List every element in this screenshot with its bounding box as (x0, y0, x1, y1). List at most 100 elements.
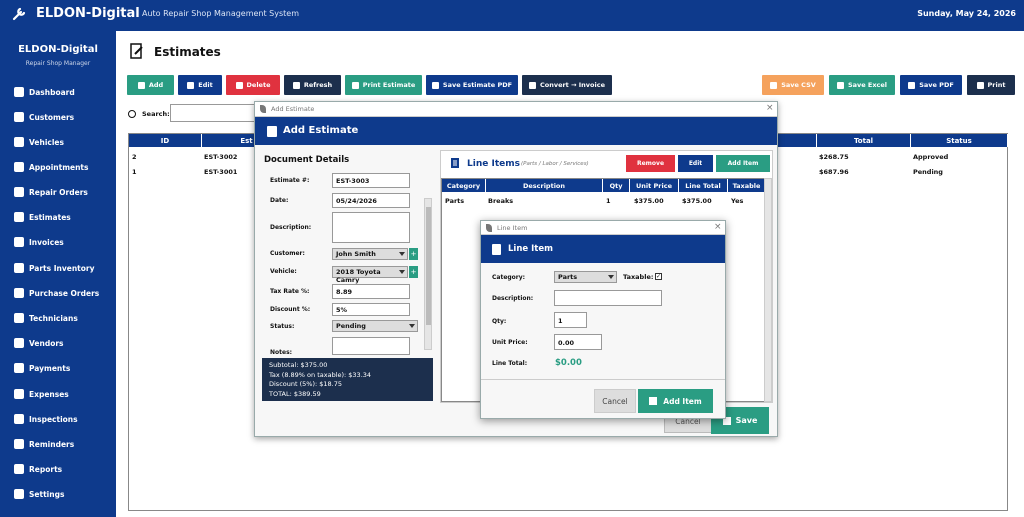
cell-taxable[interactable]: Yes (731, 197, 743, 205)
sidebar-item-payments[interactable]: Payments (14, 361, 70, 375)
convert-icon (528, 81, 536, 89)
col-header-status[interactable]: Status (911, 134, 1008, 147)
dialog-titlebar[interactable]: Line Item × (481, 221, 725, 235)
sidebar-item-label: Repair Orders (29, 187, 88, 197)
vehicle-select[interactable]: 2018 Toyota Camry (332, 266, 408, 284)
sidebar-item-customers[interactable]: Customers (14, 110, 74, 124)
col-header-id[interactable]: ID (129, 134, 202, 147)
save-pdf-button[interactable]: Save PDF (900, 75, 962, 95)
col-header-unit-price[interactable]: Unit Price (630, 179, 679, 192)
sidebar-item-technicians[interactable]: Technicians (14, 311, 78, 325)
col-header-description[interactable]: Description (486, 179, 603, 192)
settings-icon (14, 489, 24, 499)
chevron-down-icon (399, 270, 405, 274)
print-button[interactable]: Print (967, 75, 1015, 95)
section-title: Document Details (264, 155, 350, 165)
refresh-button[interactable]: Refresh (284, 75, 341, 95)
sidebar-item-label: Payments (29, 363, 71, 373)
cell-unit-price[interactable]: $375.00 (634, 197, 664, 205)
search-input[interactable] (170, 104, 260, 122)
sidebar-item-expenses[interactable]: Expenses (14, 387, 69, 401)
sidebar-item-repair-orders[interactable]: Repair Orders (14, 185, 88, 199)
col-header-qty[interactable]: Qty (603, 179, 630, 192)
estimate-number-input[interactable]: EST-3003 (332, 173, 410, 188)
row-total[interactable]: $687.96 (819, 168, 849, 176)
sidebar-item-vehicles[interactable]: Vehicles (14, 135, 64, 149)
cell-description[interactable]: Breaks (488, 197, 513, 205)
cell-line-total[interactable]: $375.00 (682, 197, 712, 205)
remove-item-button[interactable]: Remove (626, 155, 675, 172)
discount-input[interactable]: 5% (332, 303, 410, 316)
customer-select[interactable]: John Smith (332, 248, 408, 260)
sidebar-item-label: Inspections (29, 414, 78, 424)
delete-button[interactable]: Delete (226, 75, 280, 95)
sidebar-item-vendors[interactable]: Vendors (14, 336, 64, 350)
row-total[interactable]: $268.75 (819, 153, 849, 161)
sidebar-item-dashboard[interactable]: Dashboard (14, 85, 75, 99)
pencil-icon (187, 81, 195, 89)
tax-rate-input[interactable]: 8.89 (332, 284, 410, 299)
qty-input[interactable]: 1 (554, 312, 587, 328)
save-csv-button[interactable]: Save CSV (762, 75, 824, 95)
col-header-line-total[interactable]: Line Total (679, 179, 728, 192)
sidebar-item-reports[interactable]: Reports (14, 462, 62, 476)
sidebar-item-label: Parts Inventory (29, 263, 95, 273)
tax-rate-label: Tax Rate %: (270, 288, 310, 295)
app-name: ELDON-Digital (36, 6, 140, 21)
add-item-button[interactable]: Add Item (716, 155, 770, 172)
notes-textarea[interactable] (332, 337, 410, 355)
sidebar-item-purchase-orders[interactable]: Purchase Orders (14, 286, 99, 300)
doc-scrollbar[interactable] (424, 198, 432, 350)
close-icon[interactable]: × (766, 103, 774, 113)
add-customer-button[interactable]: + (409, 248, 418, 260)
col-header-category[interactable]: Category (442, 179, 486, 192)
status-select[interactable]: Pending (332, 320, 418, 332)
sidebar-item-inspections[interactable]: Inspections (14, 412, 78, 426)
dialog-title: Line Item (508, 244, 553, 254)
add-item-label: Add Item (663, 396, 702, 406)
scroll-thumb[interactable] (426, 207, 431, 325)
unit-price-input[interactable]: 0.00 (554, 334, 602, 350)
cancel-button[interactable]: Cancel (594, 389, 636, 413)
convert-invoice-button[interactable]: Convert → Invoice (522, 75, 612, 95)
row-id[interactable]: 1 (132, 168, 137, 176)
add-item-button[interactable]: Add Item (638, 389, 713, 413)
line-items-scrollbar[interactable] (764, 178, 772, 402)
row-status[interactable]: Approved (913, 153, 948, 161)
sidebar-item-appointments[interactable]: Appointments (14, 160, 88, 174)
edit-item-button[interactable]: Edit (678, 155, 713, 172)
save-estimate-pdf-button[interactable]: Save Estimate PDF (426, 75, 518, 95)
row-status[interactable]: Pending (913, 168, 943, 176)
date-input[interactable]: 05/24/2026 (332, 193, 410, 208)
document-edit-icon (130, 43, 143, 59)
col-header-total[interactable]: Total (817, 134, 911, 147)
description-textarea[interactable] (332, 212, 410, 243)
description-input[interactable] (554, 290, 662, 306)
cell-qty[interactable]: 1 (606, 197, 611, 205)
notes-label: Notes: (270, 349, 293, 356)
row-est[interactable]: EST-3002 (204, 153, 237, 161)
dialog-title: Add Estimate (283, 125, 359, 136)
chevron-down-icon (399, 252, 405, 256)
taxable-checkbox[interactable]: ✓ (655, 273, 662, 280)
dialog-titlebar[interactable]: Add Estimate × (255, 102, 777, 117)
category-select[interactable]: Parts (554, 271, 617, 283)
save-icon (836, 81, 844, 89)
save-excel-button[interactable]: Save Excel (829, 75, 895, 95)
add-button[interactable]: Add (127, 75, 174, 95)
add-vehicle-button[interactable]: + (409, 266, 418, 278)
sidebar-item-reminders[interactable]: Reminders (14, 437, 74, 451)
row-est[interactable]: EST-3001 (204, 168, 237, 176)
row-id[interactable]: 2 (132, 153, 137, 161)
edit-button[interactable]: Edit (178, 75, 222, 95)
sidebar-item-estimates[interactable]: Estimates (14, 210, 71, 224)
sidebar-item-settings[interactable]: Settings (14, 487, 64, 501)
sidebar-item-parts-inventory[interactable]: Parts Inventory (14, 261, 95, 275)
cell-category[interactable]: Parts (445, 197, 464, 205)
print-estimate-button[interactable]: Print Estimate (345, 75, 422, 95)
app-subtitle: Auto Repair Shop Management System (142, 9, 300, 18)
close-icon[interactable]: × (714, 222, 722, 232)
sidebar-item-invoices[interactable]: Invoices (14, 235, 64, 249)
chevron-down-icon (608, 275, 614, 279)
col-header-taxable[interactable]: Taxable (728, 179, 766, 192)
